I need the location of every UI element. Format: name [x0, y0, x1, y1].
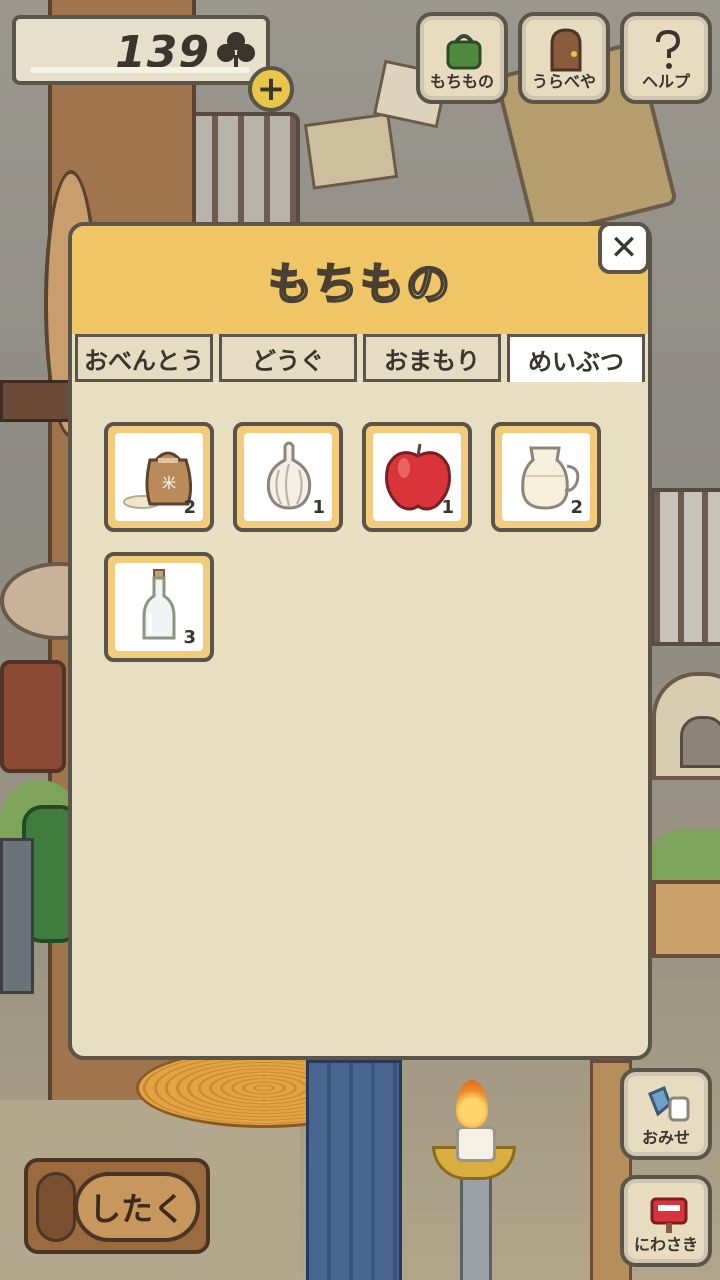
log-icon — [36, 1172, 76, 1242]
back-room-button[interactable]: うらべや — [518, 12, 610, 104]
item-slot-rice-sack[interactable]: 米 2 — [104, 422, 214, 532]
item-count: 3 — [183, 627, 196, 648]
background-window-left — [182, 112, 300, 230]
tab-tools[interactable]: どうぐ — [219, 334, 357, 382]
item-count: 1 — [441, 497, 454, 518]
inventory-tabs: おべんとう どうぐ おまもり めいぶつ — [72, 334, 648, 386]
tab-lunch[interactable]: おべんとう — [75, 334, 213, 382]
item-slot-garlic[interactable]: 1 — [233, 422, 343, 532]
tab-specialties[interactable]: めいぶつ — [507, 334, 645, 382]
inventory-header: もちもの — [72, 226, 648, 334]
prepare-button[interactable]: したく — [24, 1158, 210, 1254]
back-room-button-label: うらべや — [531, 72, 596, 91]
background-note-paper — [303, 112, 399, 190]
help-button[interactable]: ヘルプ — [620, 12, 712, 104]
background-basket — [652, 880, 720, 958]
item-slot-glass-bottle[interactable]: 3 — [104, 552, 214, 662]
background-curtain — [306, 1060, 402, 1280]
garden-button-label: にわさき — [633, 1235, 698, 1254]
shop-button[interactable]: おみせ — [620, 1068, 712, 1160]
help-button-label: ヘルプ — [641, 72, 690, 91]
tab-charms[interactable]: おまもり — [363, 334, 501, 382]
mailbox-icon — [650, 1197, 688, 1233]
add-clover-button[interactable]: + — [248, 66, 294, 112]
shop-button-label: おみせ — [641, 1128, 690, 1147]
item-count: 1 — [312, 497, 325, 518]
svg-text:米: 米 — [162, 476, 176, 492]
clover-counter: 139 — [12, 15, 270, 85]
clover-bar — [30, 67, 250, 73]
garden-button[interactable]: にわさき — [620, 1175, 712, 1267]
inventory-panel: もちもの おべんとう どうぐ おまもり めいぶつ 米 2 1 1 2 3 — [68, 222, 652, 1060]
item-slot-milk-jug[interactable]: 2 — [491, 422, 601, 532]
bag-icon — [446, 34, 482, 70]
background-jar — [0, 660, 66, 773]
background-candle — [456, 1126, 496, 1162]
door-icon — [550, 28, 582, 72]
background-oven-door — [680, 716, 720, 768]
inventory-title: もちもの — [267, 258, 452, 311]
inventory-button[interactable]: もちもの — [416, 12, 508, 104]
inventory-button-label: もちもの — [429, 72, 494, 91]
background-window-right — [650, 488, 720, 646]
question-icon — [656, 29, 681, 69]
item-count: 2 — [183, 497, 196, 518]
item-slot-apple[interactable]: 1 — [362, 422, 472, 532]
prepare-button-label: したく — [74, 1172, 200, 1242]
shop-bags-icon — [648, 1086, 690, 1122]
item-count: 2 — [570, 497, 583, 518]
close-button[interactable]: ✕ — [598, 222, 650, 274]
background-pan — [0, 838, 34, 994]
